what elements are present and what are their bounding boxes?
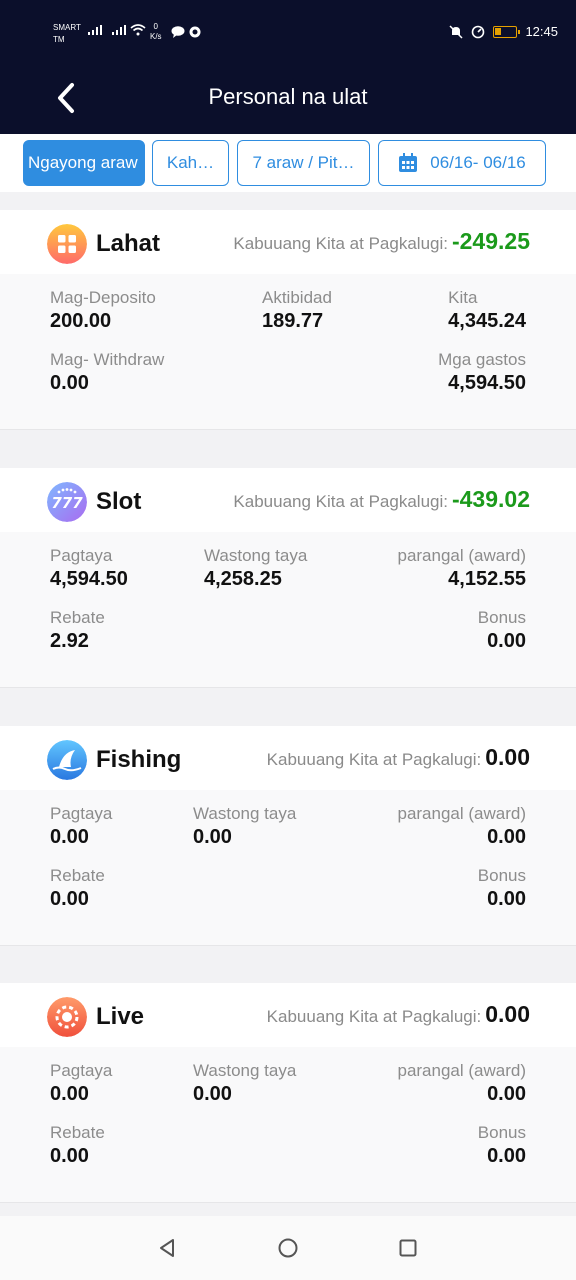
nav-home-circle-icon[interactable] (276, 1236, 300, 1260)
grid-icon (47, 224, 87, 264)
section-header: Lahat Kabuuang Kita at Pagkalugi: -249.2… (0, 210, 576, 274)
award-stat: parangal (award) 0.00 (397, 804, 526, 848)
section-title: Fishing (96, 746, 182, 773)
section-header: Live Kabuuang Kita at Pagkalugi: 0.00 (0, 983, 576, 1047)
section-title: Slot (96, 488, 142, 515)
income-stat: Kita 4,345.24 (448, 288, 526, 332)
date-range-picker[interactable]: 06/16- 06/16 (378, 140, 546, 186)
app-header: Personal na ulat (0, 62, 576, 134)
poker-chip-icon (47, 997, 87, 1037)
bet-stat: Pagtaya 0.00 (50, 1061, 113, 1105)
rebate-stat: Rebate 0.00 (50, 866, 105, 910)
date-filter-bar: Ngayong araw Kah… 7 araw / Pit… 06/16- 0… (0, 134, 576, 192)
award-stat: parangal (award) 4,152.55 (397, 546, 526, 590)
system-navigation-bar (0, 1216, 576, 1280)
valid-bet-stat: Wastong taya 0.00 (193, 1061, 297, 1105)
section-title: Live (96, 1003, 145, 1030)
status-bar: SMART TM 0 K/s 12:45 (0, 0, 576, 62)
wifi-icon (130, 24, 146, 36)
bonus-stat: Bonus 0.00 (477, 608, 526, 652)
valid-bet-stat: Wastong taya 0.00 (193, 804, 297, 848)
expense-stat: Mga gastos 4,594.50 (438, 350, 526, 394)
filter-7-days-button[interactable]: 7 araw / Pit… (237, 140, 370, 186)
slot-777-icon: 777 (47, 482, 87, 522)
filter-yesterday-button[interactable]: Kah… (152, 140, 229, 186)
total-profit-loss: Kabuuang Kita at Pagkalugi: -439.02 (233, 486, 530, 512)
award-stat: parangal (award) 0.00 (397, 1061, 526, 1105)
chat-bubble-icon (171, 26, 185, 38)
bonus-stat: Bonus 0.00 (477, 1123, 526, 1167)
data-saver-icon (472, 25, 485, 38)
summary-section-all: Lahat Kabuuang Kita at Pagkalugi: -249.2… (0, 210, 576, 430)
rebate-stat: Rebate 0.00 (50, 1123, 105, 1167)
total-profit-loss: Kabuuang Kita at Pagkalugi: -249.25 (233, 228, 530, 254)
battery-icon (493, 25, 521, 38)
section-header: 777 Slot Kabuuang Kita at Pagkalugi: -43… (0, 468, 576, 532)
summary-section-slot: 777 Slot Kabuuang Kita at Pagkalugi: -43… (0, 468, 576, 688)
section-header: Fishing Kabuuang Kita at Pagkalugi: 0.00 (0, 726, 576, 790)
mute-bell-icon (449, 24, 463, 39)
carrier-label: SMART TM (53, 23, 81, 44)
total-profit-loss: Kabuuang Kita at Pagkalugi: 0.00 (266, 1001, 530, 1027)
bet-stat: Pagtaya 0.00 (50, 804, 113, 848)
signal-icon (88, 25, 102, 35)
shark-fin-icon (47, 740, 87, 780)
calendar-icon (399, 153, 418, 172)
bonus-stat: Bonus 0.00 (477, 866, 526, 910)
rebate-stat: Rebate 2.92 (50, 608, 105, 652)
total-profit-loss: Kabuuang Kita at Pagkalugi: 0.00 (266, 744, 530, 770)
signal-icon (112, 25, 126, 35)
section-title: Lahat (96, 230, 161, 257)
activity-stat: Aktibidad 189.77 (262, 288, 332, 332)
deposit-stat: Mag-Deposito 200.00 (50, 288, 156, 332)
clock: 12:45 (525, 24, 558, 39)
nav-back-triangle-icon[interactable] (155, 1236, 179, 1260)
app-notification-icon (189, 26, 201, 38)
page-title: Personal na ulat (208, 84, 368, 109)
summary-section-live: Live Kabuuang Kita at Pagkalugi: 0.00 Pa… (0, 983, 576, 1203)
nav-recents-square-icon[interactable] (396, 1236, 420, 1260)
filter-today-button[interactable]: Ngayong araw (23, 140, 145, 186)
status-right: 12:45 (449, 24, 558, 39)
svg-text:777: 777 (51, 494, 83, 512)
bet-stat: Pagtaya 4,594.50 (50, 546, 128, 590)
valid-bet-stat: Wastong taya 4,258.25 (204, 546, 308, 590)
network-speed: 0 K/s (150, 22, 162, 41)
summary-section-fishing: Fishing Kabuuang Kita at Pagkalugi: 0.00… (0, 726, 576, 946)
withdraw-stat: Mag- Withdraw 0.00 (50, 350, 165, 394)
